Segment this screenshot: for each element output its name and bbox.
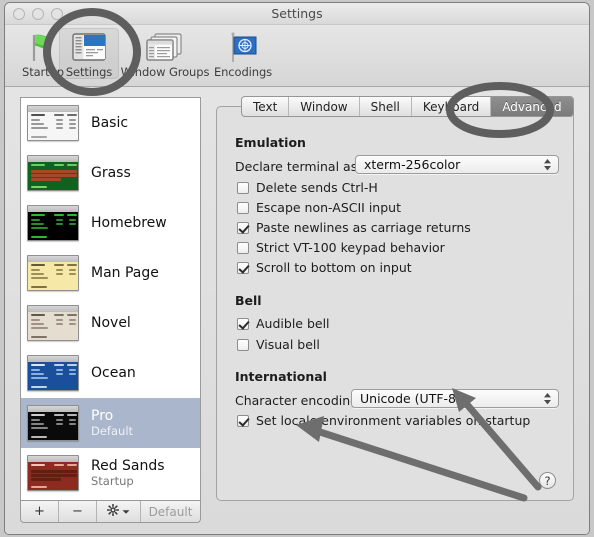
- remove-profile-button[interactable]: −: [59, 501, 97, 522]
- profile-thumbnail: [27, 455, 79, 491]
- stepper-arrows-icon: [544, 392, 551, 405]
- profile-subtitle: Default: [91, 423, 134, 438]
- tab-text[interactable]: Text: [242, 97, 290, 116]
- checkbox-box: [237, 414, 249, 427]
- toolbar-item-window-groups-label: Window Groups: [120, 65, 210, 79]
- list-item[interactable]: Ocean: [21, 348, 200, 398]
- checkbox-label: Strict VT-100 keypad behavior: [256, 240, 445, 255]
- gear-icon: [106, 503, 120, 520]
- profile-thumbnail: [27, 405, 79, 441]
- help-button[interactable]: ?: [539, 472, 556, 489]
- checkbox-box: [237, 317, 249, 330]
- tab-shell[interactable]: Shell: [360, 97, 412, 116]
- window-title: Settings: [271, 6, 323, 21]
- checkbox-audible-bell[interactable]: Audible bell: [237, 316, 330, 331]
- checkbox-delete-sends-ctrl-h[interactable]: Delete sends Ctrl-H: [237, 180, 378, 195]
- profile-thumbnail: [27, 355, 79, 391]
- profile-name: Novel: [91, 314, 131, 331]
- checkbox-label: Escape non-ASCII input: [256, 200, 401, 215]
- profile-thumbnail: [27, 205, 79, 241]
- checkbox-box: [237, 221, 249, 234]
- checkbox-scroll-to-bottom-on-input[interactable]: Scroll to bottom on input: [237, 260, 412, 275]
- profile-subtitle: Startup: [91, 473, 134, 488]
- profile-name: Pro: [91, 408, 114, 425]
- checkbox-label: Paste newlines as carriage returns: [256, 220, 471, 235]
- toolbar-item-encodings[interactable]: Encodings: [209, 28, 277, 79]
- list-item[interactable]: Novel: [21, 298, 200, 348]
- list-item[interactable]: Man Page: [21, 248, 200, 298]
- profile-name: Ocean: [91, 364, 136, 381]
- international-section-title: International: [235, 369, 327, 384]
- add-profile-button[interactable]: +: [21, 501, 59, 522]
- chevron-down-icon: [122, 504, 130, 519]
- un-flag-icon: [209, 30, 277, 64]
- checkbox-label: Set locale environment variables on star…: [256, 413, 531, 428]
- window-groups-icon: [119, 30, 211, 64]
- bell-section-title: Bell: [235, 293, 262, 308]
- profile-thumbnail: [27, 305, 79, 341]
- settings-content-panel: Text Window Shell Keyboard Advanced Emul…: [216, 96, 574, 501]
- checkbox-box: [237, 261, 249, 274]
- stepper-arrows-icon: [544, 158, 551, 171]
- settings-window-icon: [59, 30, 119, 64]
- profile-actions-button[interactable]: [97, 501, 141, 522]
- checkbox-box: [237, 201, 249, 214]
- checkbox-box: [237, 241, 249, 254]
- checkbox-box: [237, 181, 249, 194]
- profile-name: Red Sands: [91, 458, 165, 475]
- profile-name: Man Page: [91, 264, 159, 281]
- profile-thumbnail: [27, 255, 79, 291]
- declare-terminal-label: Declare terminal as:: [235, 159, 362, 174]
- tab-keyboard[interactable]: Keyboard: [412, 97, 492, 116]
- checkbox-paste-newlines-as-carriage-returns[interactable]: Paste newlines as carriage returns: [237, 220, 471, 235]
- tab-bar: Text Window Shell Keyboard Advanced: [241, 96, 574, 117]
- list-item[interactable]: Red Sands Startup: [21, 448, 200, 498]
- character-encoding-value: Unicode (UTF-8): [360, 391, 461, 406]
- character-encoding-popup[interactable]: Unicode (UTF-8): [351, 389, 559, 408]
- checkbox-label: Visual bell: [256, 337, 320, 352]
- set-default-button[interactable]: Default: [141, 501, 200, 522]
- profile-thumbnail: [27, 105, 79, 141]
- declare-terminal-popup[interactable]: xterm-256color: [355, 155, 559, 174]
- declare-terminal-value: xterm-256color: [364, 157, 461, 172]
- toolbar: Startup Settings Window Groups Encodings: [5, 25, 589, 87]
- toolbar-item-settings[interactable]: Settings: [59, 28, 119, 79]
- checkbox-label: Delete sends Ctrl-H: [256, 180, 378, 195]
- toolbar-item-settings-label: Settings: [65, 65, 113, 79]
- profile-name: Homebrew: [91, 214, 167, 231]
- checkbox-box: [237, 338, 249, 351]
- title-bar: Settings: [5, 3, 589, 25]
- profile-list-toolbar: + − Default: [20, 501, 201, 523]
- checkbox-set-locale-environment-variables-on-startup[interactable]: Set locale environment variables on star…: [237, 413, 530, 428]
- profile-list[interactable]: Basic Grass Homebrew Man Page Novel Ocea…: [20, 97, 201, 501]
- toolbar-item-window-groups[interactable]: Window Groups: [119, 28, 211, 79]
- list-item[interactable]: Basic: [21, 98, 200, 148]
- list-item[interactable]: Grass: [21, 148, 200, 198]
- checkbox-strict-vt100-keypad-behavior[interactable]: Strict VT-100 keypad behavior: [237, 240, 445, 255]
- emulation-section-title: Emulation: [235, 135, 306, 150]
- toolbar-item-encodings-label: Encodings: [213, 65, 273, 79]
- list-item[interactable]: Homebrew: [21, 198, 200, 248]
- checkbox-escape-non-ascii-input[interactable]: Escape non-ASCII input: [237, 200, 401, 215]
- checkbox-visual-bell[interactable]: Visual bell: [237, 337, 320, 352]
- tab-window[interactable]: Window: [289, 97, 360, 116]
- checkbox-label: Scroll to bottom on input: [256, 260, 412, 275]
- profile-name: Grass: [91, 164, 131, 181]
- character-encoding-label: Character encoding:: [235, 393, 363, 408]
- tab-advanced[interactable]: Advanced: [491, 97, 573, 116]
- window-body: Basic Grass Homebrew Man Page Novel Ocea…: [5, 87, 589, 534]
- checkbox-label: Audible bell: [256, 316, 330, 331]
- profile-name: Basic: [91, 114, 129, 131]
- list-item-selected[interactable]: Pro Default: [21, 398, 200, 448]
- settings-window: Settings Startup Settings Window Groups …: [4, 2, 590, 535]
- profile-thumbnail: [27, 155, 79, 191]
